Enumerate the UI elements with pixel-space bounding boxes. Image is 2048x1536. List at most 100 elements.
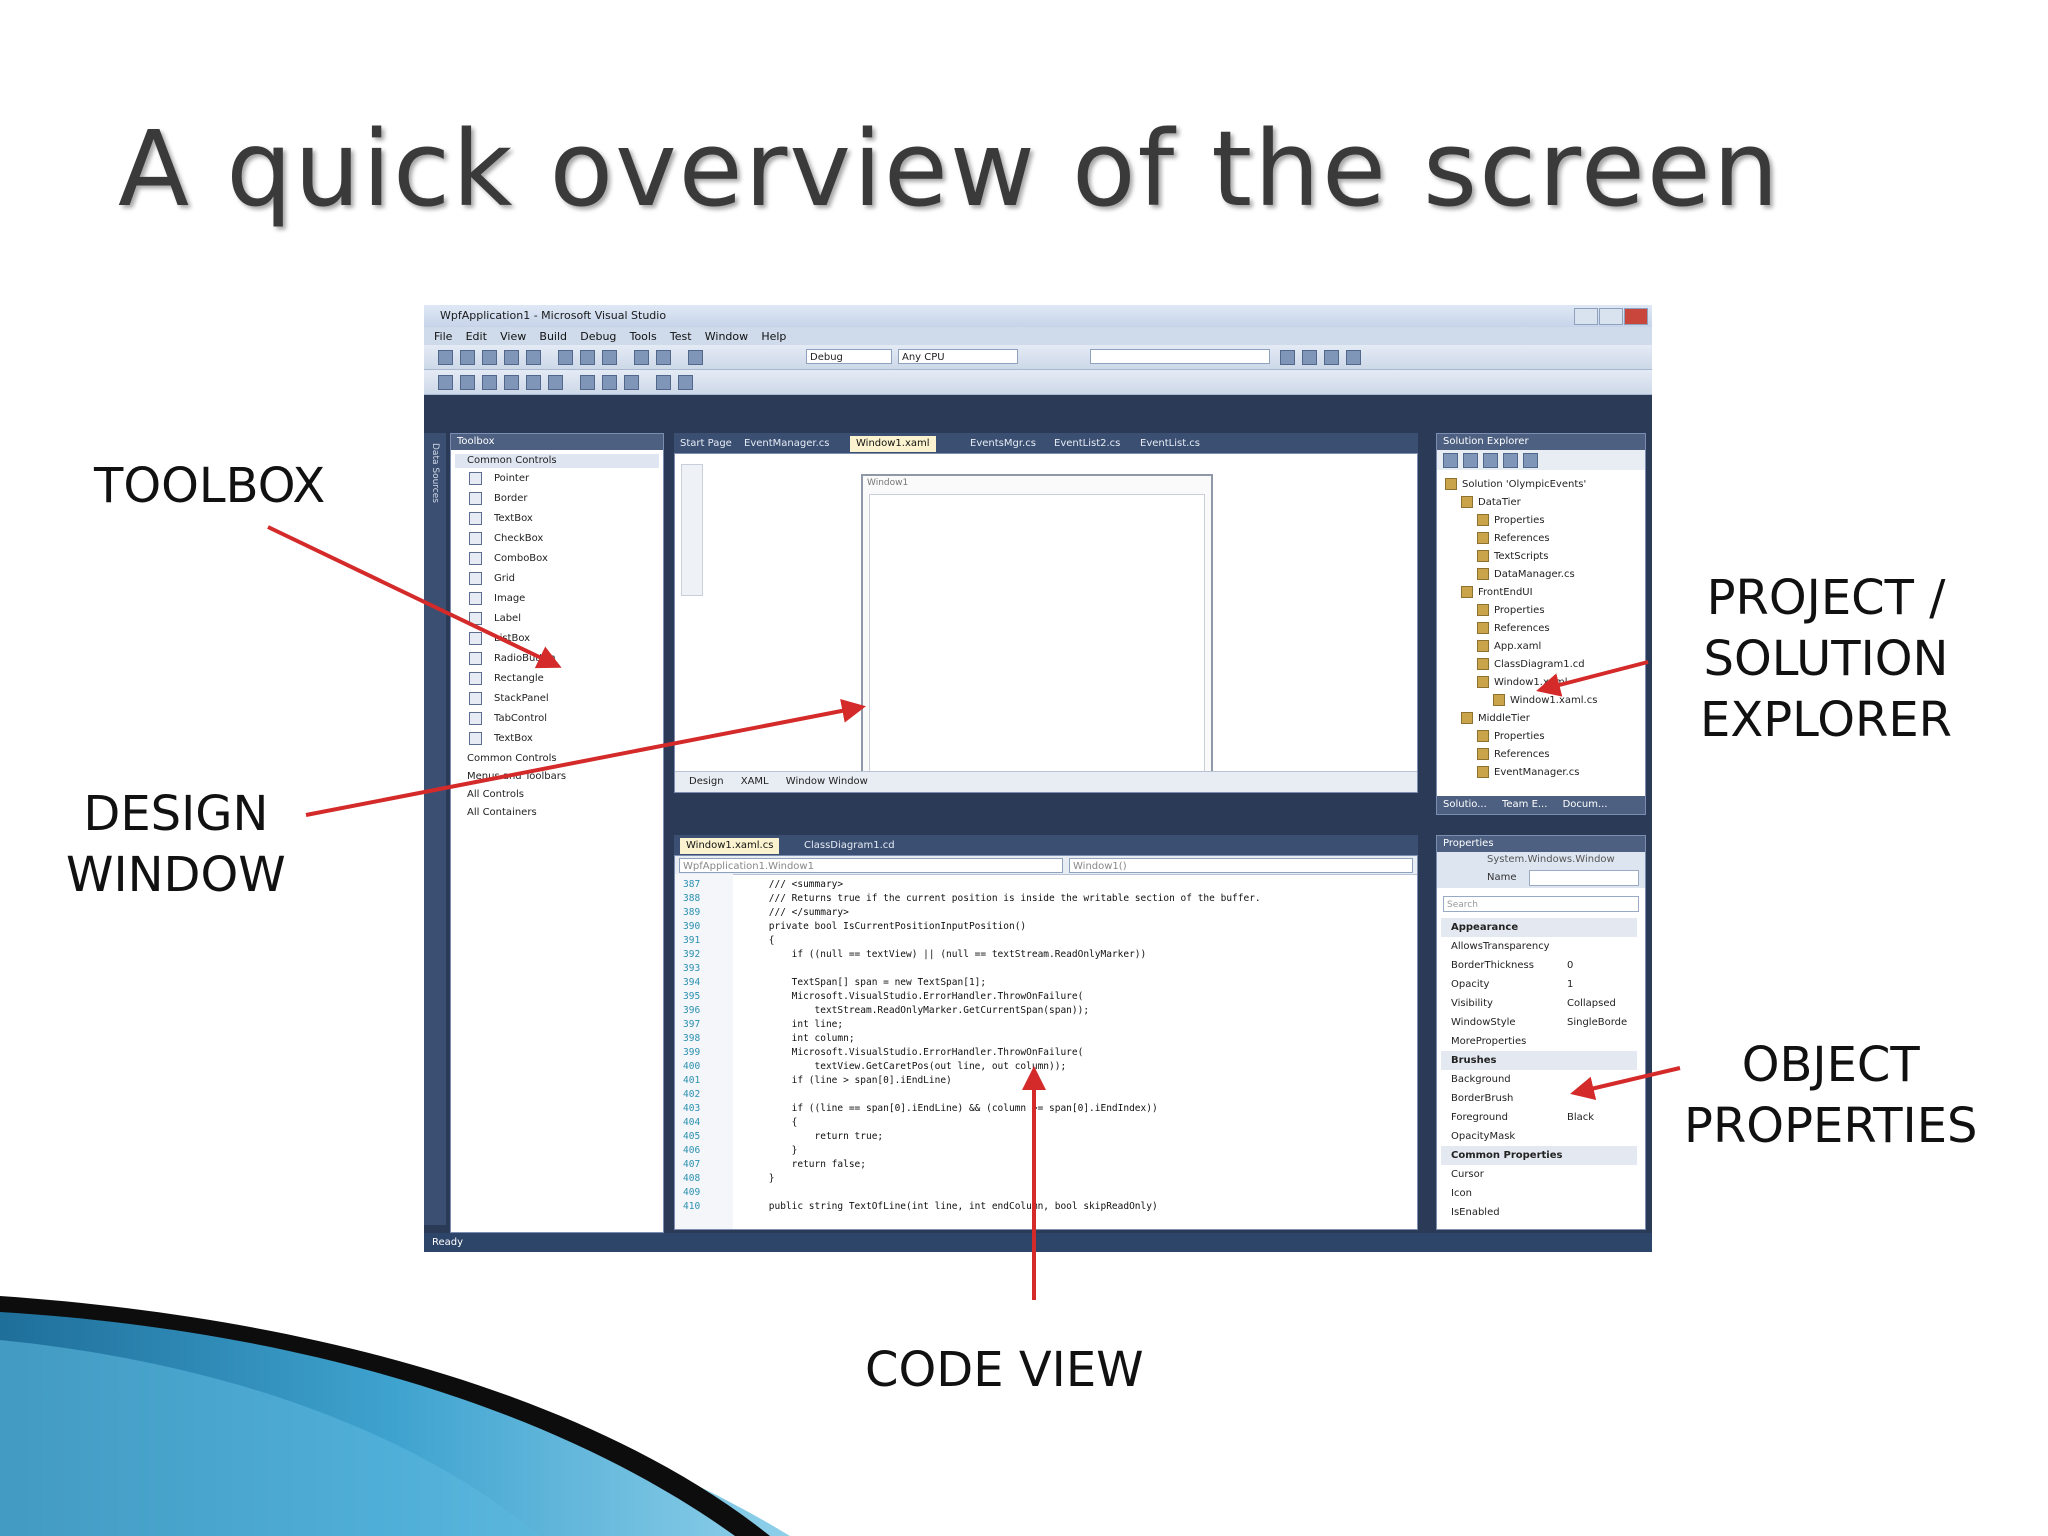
code-line[interactable]: 406 }: [683, 1144, 797, 1158]
solution-tree-item[interactable]: DataManager.cs: [1477, 566, 1575, 583]
copy-icon[interactable]: [580, 350, 595, 365]
code-line[interactable]: 400 textView.GetCaretPos(out line, out c…: [683, 1060, 1066, 1074]
code-line[interactable]: 398 int column;: [683, 1032, 855, 1046]
solution-tree-item[interactable]: Properties: [1477, 602, 1545, 619]
save-all-icon[interactable]: [526, 350, 541, 365]
code-line[interactable]: 402: [683, 1088, 723, 1102]
code-line[interactable]: 404 {: [683, 1116, 797, 1130]
add-item-icon[interactable]: [460, 350, 475, 365]
menu-debug[interactable]: Debug: [580, 330, 616, 343]
menu-window[interactable]: Window: [705, 330, 748, 343]
undo-icon[interactable]: [634, 350, 649, 365]
code-line[interactable]: 393: [683, 962, 723, 976]
align-top-icon[interactable]: [504, 375, 519, 390]
code-line[interactable]: 409: [683, 1186, 723, 1200]
toolbox-item[interactable]: ComboBox: [469, 550, 548, 568]
property-row[interactable]: Cursor: [1441, 1165, 1637, 1184]
code-line[interactable]: 394 TextSpan[] span = new TextSpan[1];: [683, 976, 986, 990]
property-category[interactable]: Appearance: [1441, 918, 1637, 937]
toolbox-item[interactable]: CheckBox: [469, 530, 543, 548]
code-editor[interactable]: WpfApplication1.Window1 Window1() 387 //…: [674, 855, 1418, 1230]
open-icon[interactable]: [482, 350, 497, 365]
property-row[interactable]: Visibility Collapsed: [1441, 994, 1637, 1013]
solution-tree-item[interactable]: FrontEndUI: [1461, 584, 1533, 601]
solution-tree-item[interactable]: References: [1477, 530, 1550, 547]
maximize-button[interactable]: [1599, 308, 1623, 325]
solution-tree-item[interactable]: References: [1477, 620, 1550, 637]
solution-tree-item[interactable]: Properties: [1477, 728, 1545, 745]
name-input[interactable]: [1529, 870, 1639, 886]
property-row[interactable]: WindowStyle SingleBorde: [1441, 1013, 1637, 1032]
toolbox-item[interactable]: Rectangle: [469, 670, 544, 688]
property-row[interactable]: MoreProperties: [1441, 1032, 1637, 1051]
code-line[interactable]: 396 textStream.ReadOnlyMarker.GetCurrent…: [683, 1004, 1089, 1018]
grid-icon[interactable]: [678, 375, 693, 390]
code-line[interactable]: 410 public string TextOfLine(int line, i…: [683, 1200, 1158, 1214]
toolbox-item[interactable]: ListBox: [469, 630, 530, 648]
xaml-view-tab[interactable]: XAML: [741, 776, 769, 787]
solution-tree-item[interactable]: DataTier: [1461, 494, 1521, 511]
menu-tools[interactable]: Tools: [630, 330, 657, 343]
solution-tree-item[interactable]: MiddleTier: [1461, 710, 1530, 727]
toolbox-item[interactable]: RadioButton: [469, 650, 556, 668]
code-line[interactable]: 395 Microsoft.VisualStudio.ErrorHandler.…: [683, 990, 1083, 1004]
tab-window1-xaml-cs[interactable]: Window1.xaml.cs: [680, 838, 780, 854]
property-value[interactable]: 1: [1567, 975, 1573, 994]
align-bottom-icon[interactable]: [548, 375, 563, 390]
platform-combo[interactable]: Any CPU: [898, 349, 1018, 364]
align-center-icon[interactable]: [460, 375, 475, 390]
tab-window1-xaml[interactable]: Window1.xaml: [850, 436, 936, 452]
properties-search[interactable]: Search: [1443, 896, 1639, 912]
solution-tree-item[interactable]: TextScripts: [1477, 548, 1548, 565]
toolbox-item[interactable]: Border: [469, 490, 528, 508]
properties-icon[interactable]: [1443, 453, 1458, 468]
toolbox-category-common-collapsed[interactable]: Common Controls: [455, 752, 659, 766]
code-line[interactable]: 399 Microsoft.VisualStudio.ErrorHandler.…: [683, 1046, 1083, 1060]
close-button[interactable]: [1624, 308, 1648, 325]
toolbox-item[interactable]: TextBox: [469, 510, 533, 528]
same-size-icon[interactable]: [624, 375, 639, 390]
solution-explorer-icon[interactable]: [1280, 350, 1295, 365]
code-line[interactable]: 408 }: [683, 1172, 774, 1186]
same-width-icon[interactable]: [580, 375, 595, 390]
property-value[interactable]: Collapsed: [1567, 994, 1616, 1013]
property-row[interactable]: IsEnabled: [1441, 1203, 1637, 1222]
tab-solution-explorer[interactable]: Solutio...: [1443, 799, 1487, 810]
property-row[interactable]: BorderBrush: [1441, 1089, 1637, 1108]
property-row[interactable]: Icon: [1441, 1184, 1637, 1203]
zoom-ruler[interactable]: [681, 464, 703, 596]
menu-view[interactable]: View: [500, 330, 526, 343]
property-row[interactable]: AllowsTransparency: [1441, 937, 1637, 956]
cut-icon[interactable]: [558, 350, 573, 365]
menu-edit[interactable]: Edit: [466, 330, 487, 343]
toolbox-category-menus[interactable]: Menus and Toolbars: [455, 770, 659, 784]
data-sources-strip[interactable]: Data Sources: [424, 433, 446, 1225]
property-value[interactable]: 0: [1567, 956, 1573, 975]
tab-eventlist[interactable]: EventList.cs: [1140, 436, 1200, 452]
property-value[interactable]: SingleBorde: [1567, 1013, 1627, 1032]
solution-tree-item[interactable]: EventManager.cs: [1477, 764, 1579, 781]
toolbox-item[interactable]: Image: [469, 590, 525, 608]
toolbox-item[interactable]: Grid: [469, 570, 515, 588]
tab-classdiagram[interactable]: ClassDiagram1.cd: [804, 838, 895, 854]
find-combo[interactable]: [1090, 349, 1270, 364]
class-combo[interactable]: WpfApplication1.Window1: [679, 858, 1063, 873]
toolbox-category-all-containers[interactable]: All Containers: [455, 806, 659, 820]
same-height-icon[interactable]: [602, 375, 617, 390]
solution-tree-item[interactable]: References: [1477, 746, 1550, 763]
property-row[interactable]: Opacity 1: [1441, 975, 1637, 994]
code-line[interactable]: 387 /// <summary>: [683, 878, 843, 892]
object-browser-icon[interactable]: [1324, 350, 1339, 365]
spacing-icon[interactable]: [656, 375, 671, 390]
wpf-window-preview[interactable]: Window1: [861, 474, 1213, 786]
property-row[interactable]: Background: [1441, 1070, 1637, 1089]
solution-tree-item[interactable]: Window1.xaml.cs: [1493, 692, 1597, 709]
properties-icon[interactable]: [1302, 350, 1317, 365]
property-value[interactable]: Black: [1567, 1108, 1594, 1127]
toolbox-icon[interactable]: [1346, 350, 1361, 365]
tab-eventsmgr[interactable]: EventsMgr.cs: [970, 436, 1036, 452]
align-right-icon[interactable]: [482, 375, 497, 390]
save-icon[interactable]: [504, 350, 519, 365]
new-project-icon[interactable]: [438, 350, 453, 365]
toolbox-category-all-controls[interactable]: All Controls: [455, 788, 659, 802]
